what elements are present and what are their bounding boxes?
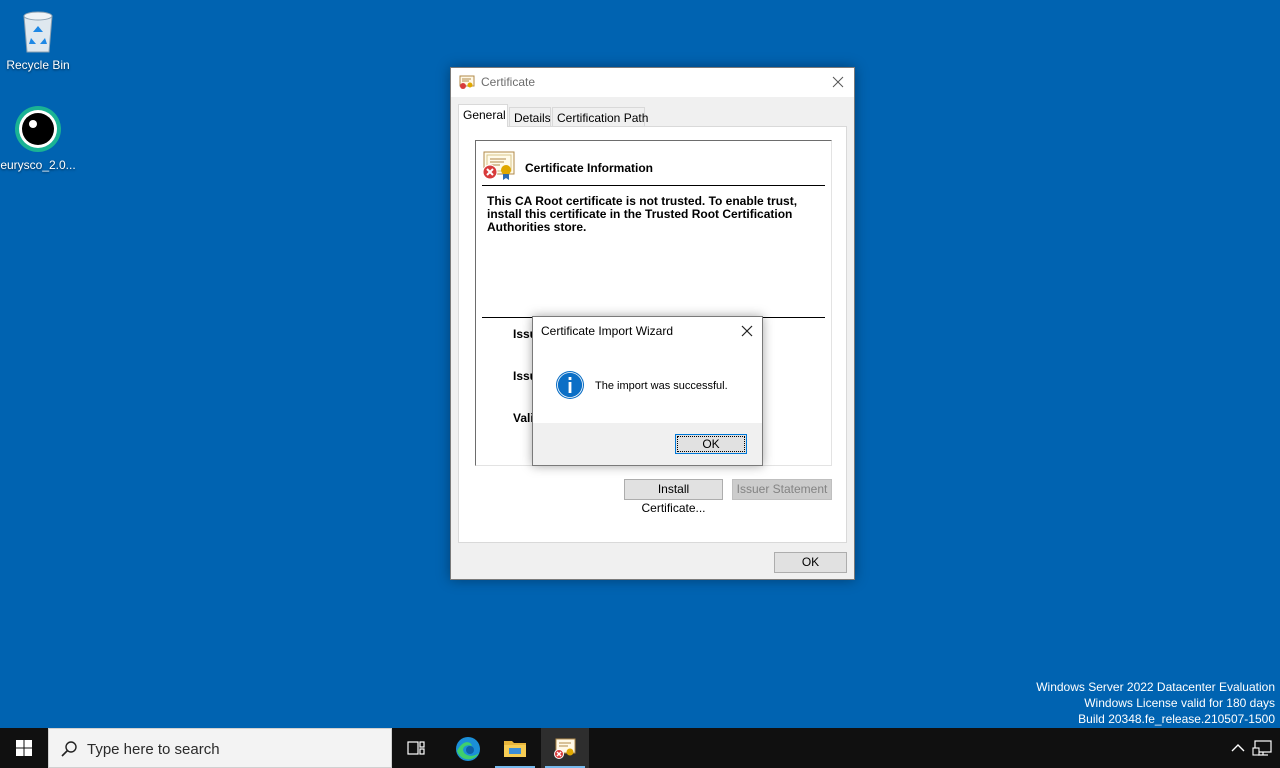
chevron-up-icon[interactable] <box>1228 740 1248 756</box>
import-wizard-dialog: Certificate Import Wizard The import was… <box>532 316 763 466</box>
trust-warning-text: This CA Root certificate is not trusted.… <box>487 194 798 234</box>
valid-from-label: Vali <box>513 411 534 425</box>
watermark-license: Windows License valid for 180 days <box>1084 696 1275 710</box>
watermark-build: Build 20348.fe_release.210507-1500 <box>1078 712 1275 726</box>
tab-details[interactable]: Details <box>509 107 551 126</box>
desktop-icon-eurysco[interactable]: eurysco_2.0... <box>0 104 76 172</box>
information-icon <box>556 371 584 399</box>
divider <box>482 185 825 186</box>
desktop-icon-recycle-bin[interactable]: Recycle Bin <box>0 8 76 72</box>
window-title: Certificate <box>481 75 536 89</box>
install-certificate-button[interactable]: Install Certificate... <box>624 479 723 515</box>
edge-taskbar-button[interactable] <box>443 728 491 768</box>
close-icon[interactable] <box>828 72 848 92</box>
certificate-icon <box>459 75 475 89</box>
tab-certification-path[interactable]: Certification Path <box>552 107 648 126</box>
recycle-bin-icon <box>23 11 53 53</box>
task-view-icon <box>407 741 425 755</box>
desktop-icon-label: eurysco_2.0... <box>0 158 76 172</box>
windows-watermark: Windows Server 2022 Datacenter Evaluatio… <box>1036 679 1275 727</box>
eurysco-eye-icon <box>15 106 61 152</box>
file-explorer-icon <box>504 741 526 757</box>
dialog-title: Certificate Import Wizard <box>541 324 674 338</box>
certificate-ok-button[interactable]: OK <box>774 552 847 573</box>
issuer-statement-button[interactable]: Issuer Statement <box>732 479 832 500</box>
wizard-ok-button[interactable]: OK <box>675 434 747 454</box>
search-input[interactable] <box>87 738 377 760</box>
certificate-taskbar-button[interactable] <box>541 728 589 768</box>
watermark-edition: Windows Server 2022 Datacenter Evaluatio… <box>1036 680 1275 694</box>
untrusted-certificate-icon <box>482 151 515 180</box>
edge-icon <box>456 737 480 761</box>
tab-general[interactable]: General <box>458 104 508 127</box>
title-bar[interactable]: Certificate <box>451 68 854 97</box>
dialog-footer: OK <box>533 423 762 465</box>
search-icon <box>61 741 77 757</box>
windows-logo-icon <box>16 740 32 756</box>
certificate-manager-icon <box>554 738 576 759</box>
start-button[interactable] <box>0 728 48 768</box>
close-icon[interactable] <box>738 322 756 340</box>
info-heading: Certificate Information <box>525 161 654 175</box>
task-view-button[interactable] <box>392 728 440 768</box>
taskbar-search-box[interactable] <box>48 728 392 768</box>
dialog-message: The import was successful. <box>595 380 728 392</box>
desktop-icon-label: Recycle Bin <box>6 58 70 72</box>
network-icon[interactable] <box>1252 739 1274 757</box>
taskbar <box>0 728 1280 768</box>
file-explorer-taskbar-button[interactable] <box>491 728 539 768</box>
